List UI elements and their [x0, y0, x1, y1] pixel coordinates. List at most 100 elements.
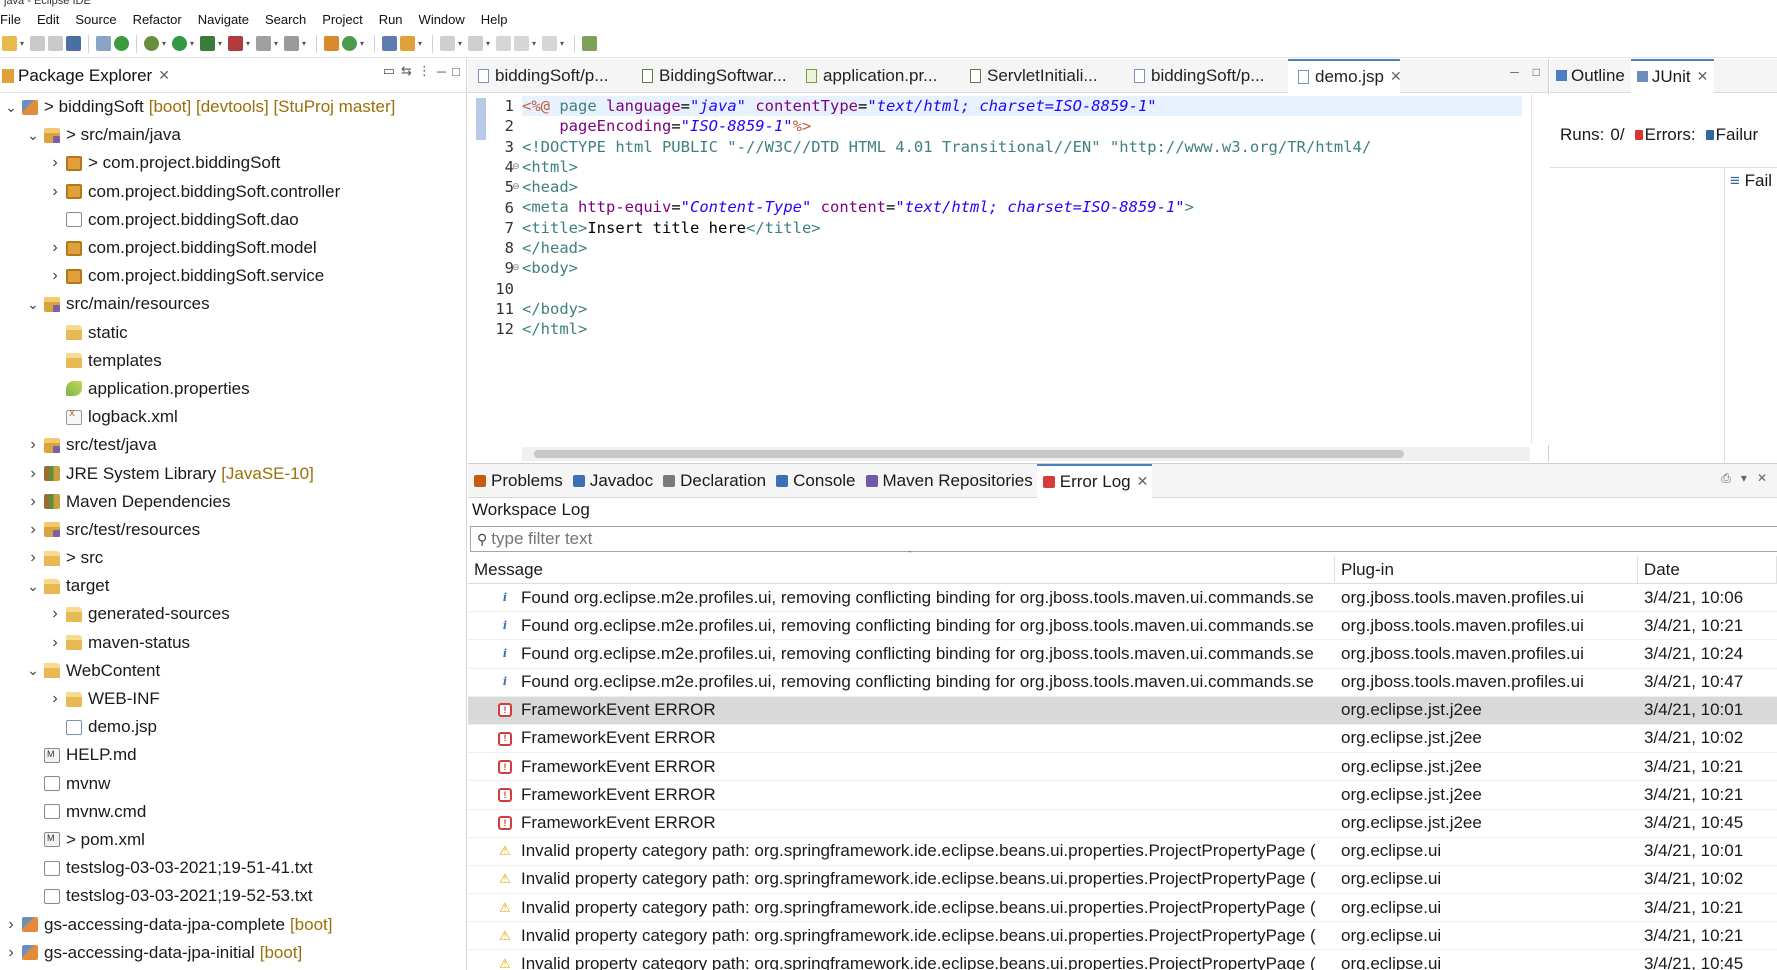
new-icon[interactable]	[2, 36, 17, 51]
chevron-down-icon[interactable]: ⌄	[26, 296, 40, 313]
editor-tab[interactable]: biddingSoft/p...	[468, 59, 632, 93]
code-line[interactable]	[522, 279, 1522, 299]
chevron-right-icon[interactable]: ›	[48, 239, 62, 257]
vertical-scrollbar[interactable]	[1531, 94, 1549, 444]
code-line[interactable]: </body>	[522, 299, 1522, 319]
bottom-tab[interactable]: Console	[770, 464, 859, 498]
tree-item[interactable]: › > com.project.biddingSoft	[0, 149, 466, 177]
menu-project[interactable]: Project	[314, 12, 370, 27]
menu-help[interactable]: Help	[473, 12, 516, 27]
spring-boot-icon[interactable]	[114, 36, 129, 51]
chevron-right-icon[interactable]: ›	[48, 690, 62, 708]
view-menu-icon[interactable]: ▾	[1741, 471, 1747, 486]
menu-file[interactable]: File	[0, 12, 29, 27]
deploy-dropdown-icon[interactable]: ▾	[302, 36, 309, 51]
chevron-right-icon[interactable]: ›	[26, 549, 40, 567]
skip-breakpoints-icon[interactable]	[96, 36, 111, 51]
server-dropdown-icon[interactable]: ▾	[274, 36, 281, 51]
menu-edit[interactable]: Edit	[29, 12, 67, 27]
collapse-all-icon[interactable]: ▭	[383, 63, 395, 79]
next-annotation-dropdown-icon[interactable]: ▾	[458, 36, 465, 51]
table-row[interactable]: ! FrameworkEvent ERROR org.eclipse.jst.j2e…	[468, 810, 1777, 838]
back-icon[interactable]	[514, 36, 529, 51]
table-row[interactable]: ⚠ Invalid property category path: org.spr…	[468, 950, 1777, 970]
tree-item[interactable]: logback.xml	[0, 403, 466, 431]
chevron-right-icon[interactable]: ›	[48, 183, 62, 201]
tree-item[interactable]: ⌄ > src/main/java	[0, 121, 466, 149]
tree-item[interactable]: › gs-accessing-data-jpa-complete [boot]	[0, 910, 466, 938]
clear-log-icon[interactable]: ✕	[1757, 471, 1767, 486]
run-dropdown-icon[interactable]: ▾	[190, 36, 197, 51]
bottom-tab[interactable]: Javadoc	[567, 464, 657, 498]
editor-tab[interactable]: demo.jsp ✕	[1288, 58, 1400, 93]
terminal-icon[interactable]	[66, 36, 81, 51]
tree-item[interactable]: › Maven Dependencies	[0, 488, 466, 516]
external-tools-dropdown-icon[interactable]: ▾	[246, 36, 253, 51]
editor-tab[interactable]: biddingSoft/p...	[1124, 59, 1288, 93]
tree-item[interactable]: › com.project.biddingSoft.controller	[0, 178, 466, 206]
table-row[interactable]: ⚠ Invalid property category path: org.spr…	[468, 838, 1777, 866]
tree-item[interactable]: testslog-03-03-2021;19-52-53.txt	[0, 882, 466, 910]
tree-item[interactable]: › > src	[0, 544, 466, 572]
search-dropdown-icon[interactable]: ▾	[418, 36, 425, 51]
table-row[interactable]: i Found org.eclipse.m2e.profiles.ui, remo…	[468, 584, 1777, 613]
prev-annotation-icon[interactable]	[468, 36, 483, 51]
chevron-right-icon[interactable]: ›	[26, 521, 40, 539]
filter-box[interactable]: ⚲	[470, 526, 1777, 552]
tree-item[interactable]: › WEB-INF	[0, 685, 466, 713]
view-menu-icon[interactable]: ⋮	[418, 63, 431, 79]
chevron-right-icon[interactable]: ›	[48, 267, 62, 285]
tree-item[interactable]: testslog-03-03-2021;19-51-41.txt	[0, 854, 466, 882]
code-line[interactable]: <body>	[522, 258, 1522, 278]
view-tab-outline[interactable]: Outline	[1550, 59, 1631, 93]
chevron-right-icon[interactable]: ›	[48, 605, 62, 623]
tree-item[interactable]: mvnw.cmd	[0, 798, 466, 826]
save-all-icon[interactable]	[48, 36, 63, 51]
debug-dropdown-icon[interactable]: ▾	[162, 36, 169, 51]
chevron-down-icon[interactable]: ⌄	[26, 127, 40, 144]
table-row[interactable]: ! FrameworkEvent ERROR org.eclipse.jst.j2e…	[468, 696, 1777, 725]
tree-item[interactable]: › generated-sources	[0, 600, 466, 628]
table-row[interactable]: ! FrameworkEvent ERROR org.eclipse.jst.j2e…	[468, 753, 1777, 782]
chevron-right-icon[interactable]: ›	[4, 916, 18, 934]
tree-item[interactable]: › JRE System Library [JavaSE-10]	[0, 459, 466, 487]
tree-item[interactable]: mvnw	[0, 770, 466, 798]
table-row[interactable]: ⚠ Invalid property category path: org.spr…	[468, 894, 1777, 923]
chevron-right-icon[interactable]: ›	[26, 465, 40, 483]
tree-item[interactable]: com.project.biddingSoft.dao	[0, 206, 466, 234]
code-line[interactable]: </html>	[522, 319, 1522, 339]
chevron-right-icon[interactable]: ›	[48, 154, 62, 172]
editor-tab[interactable]: application.pr...	[796, 59, 960, 93]
chevron-right-icon[interactable]: ›	[26, 493, 40, 511]
bottom-tab[interactable]: Maven Repositories	[860, 464, 1037, 498]
chevron-down-icon[interactable]: ⌄	[26, 578, 40, 595]
server-icon[interactable]	[256, 36, 271, 51]
tree-item[interactable]: application.properties	[0, 375, 466, 403]
code-line[interactable]: </head>	[522, 238, 1522, 258]
tree-item[interactable]: › com.project.biddingSoft.service	[0, 262, 466, 290]
horizontal-scrollbar[interactable]	[522, 447, 1530, 461]
menu-navigate[interactable]: Navigate	[190, 12, 257, 27]
code-text[interactable]: <%@ page language="java" contentType="te…	[522, 96, 1522, 340]
tree-item[interactable]: > pom.xml	[0, 826, 466, 854]
minimize-icon[interactable]: ─	[1510, 65, 1519, 79]
external-tools-icon[interactable]	[228, 36, 243, 51]
new-class-dropdown-icon[interactable]: ▾	[360, 36, 367, 51]
code-line[interactable]: <head>	[522, 177, 1522, 197]
fold-toggle-icon[interactable]: ⊖	[512, 181, 522, 192]
save-icon[interactable]	[30, 36, 45, 51]
code-line[interactable]: <!DOCTYPE html PUBLIC "-//W3C//DTD HTML …	[522, 137, 1522, 157]
chevron-down-icon[interactable]: ⌄	[4, 99, 18, 116]
table-row[interactable]: ⚠ Invalid property category path: org.spr…	[468, 866, 1777, 895]
close-icon[interactable]: ✕	[1390, 68, 1400, 85]
last-edit-icon[interactable]	[496, 36, 511, 51]
menu-search[interactable]: Search	[257, 12, 314, 27]
table-row[interactable]: i Found org.eclipse.m2e.profiles.ui, remo…	[468, 612, 1777, 641]
menu-source[interactable]: Source	[67, 12, 124, 27]
menu-run[interactable]: Run	[371, 12, 411, 27]
editor-tab[interactable]: BiddingSoftwar...	[632, 59, 796, 93]
coverage-dropdown-icon[interactable]: ▾	[218, 36, 225, 51]
code-line[interactable]: <html>	[522, 157, 1522, 177]
link-with-editor-icon[interactable]: ⇆	[401, 63, 412, 79]
bottom-tab[interactable]: Declaration	[657, 464, 770, 498]
